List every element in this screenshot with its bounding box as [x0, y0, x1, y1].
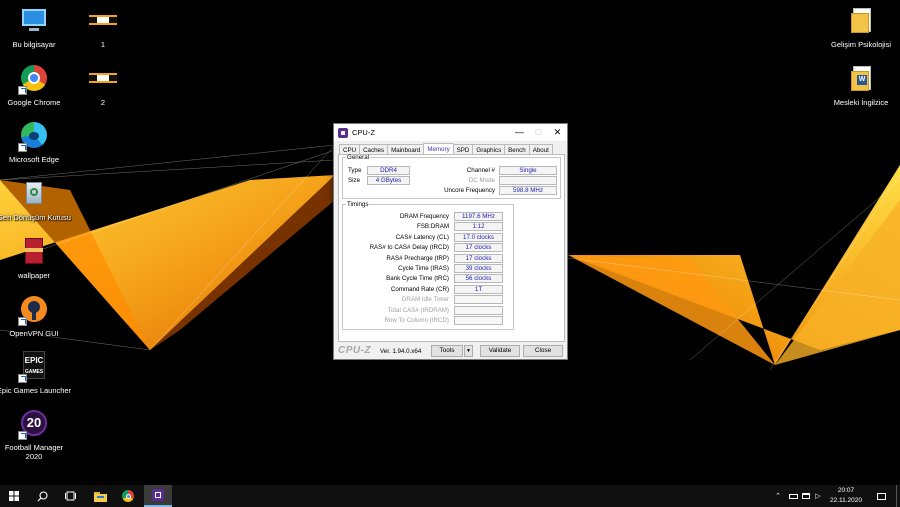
timing-label: CAS# Latency (CL)	[395, 233, 449, 241]
timing-value: 17 clocks	[454, 253, 503, 263]
volume-icon[interactable]: ▷	[812, 485, 824, 507]
desktop-icon-mesleki-ingilzice[interactable]: W Mesleki İngilzice	[821, 63, 900, 107]
timing-label: FSB:DRAM	[417, 223, 449, 231]
word-document-icon: W	[845, 63, 877, 95]
channel-label: Channel #	[466, 167, 495, 174]
timing-value: 1:12	[454, 222, 503, 232]
uncore-frequency-label: Uncore Frequency	[444, 187, 495, 194]
close-window-button[interactable]: ✕	[548, 124, 567, 141]
desktop-icon-recycle-bin[interactable]: Geri Dönüşüm Kutusu	[0, 178, 74, 222]
cpuz-window[interactable]: CPU-Z — □ ✕ CPU Caches Mainboard Memory …	[333, 123, 568, 360]
close-button[interactable]: Close	[523, 345, 563, 357]
image-file-icon	[87, 63, 119, 95]
timing-label: Bank Cycle Time (tRC)	[386, 275, 449, 283]
timing-value: 56 clocks	[454, 274, 503, 284]
chrome-icon	[18, 63, 50, 95]
channel-value: Single	[499, 166, 557, 175]
timing-value: 39 clocks	[454, 264, 503, 273]
timing-value	[454, 295, 503, 305]
edge-icon	[18, 120, 50, 152]
battery-icon[interactable]	[786, 485, 800, 507]
validate-button[interactable]: Validate	[480, 345, 520, 357]
tools-dropdown-arrow[interactable]: ▼	[464, 345, 473, 357]
notification-icon	[876, 492, 886, 500]
desktop-icon-epic-games-launcher[interactable]: EPIC GAMES Epic Games Launcher	[0, 351, 74, 395]
size-label: Size	[348, 177, 361, 184]
desktop-icon-wallpaper-archive[interactable]: wallpaper	[0, 236, 74, 280]
taskbar-file-explorer[interactable]	[86, 485, 114, 507]
timing-label: RAS# Precharge (tRP)	[386, 254, 449, 262]
cpuz-titlebar[interactable]: CPU-Z — □ ✕	[334, 124, 567, 141]
size-value: 4 GBytes	[367, 176, 410, 185]
taskbar-cpuz[interactable]	[144, 485, 172, 507]
timing-label: RAS# to CAS# Delay (tRCD)	[369, 244, 449, 252]
uncore-frequency-value: 598.8 MHz	[499, 186, 557, 195]
clock-time: 20:07	[837, 487, 855, 494]
search-button[interactable]	[28, 485, 56, 507]
task-view-button[interactable]	[56, 485, 84, 507]
desktop-icon-microsoft-edge[interactable]: Microsoft Edge	[0, 120, 74, 164]
cpuz-icon	[152, 489, 164, 501]
chrome-icon	[122, 490, 134, 502]
timing-value	[454, 305, 503, 315]
winrar-icon	[18, 236, 50, 268]
cpuz-app-icon	[338, 127, 348, 138]
start-button[interactable]	[0, 485, 28, 507]
desktop-icon-image-1[interactable]: 1	[63, 5, 143, 49]
epic-games-icon: EPIC GAMES	[18, 351, 50, 383]
show-hidden-icons-button[interactable]: ⌃	[772, 485, 784, 507]
openvpn-icon	[18, 294, 50, 326]
desktop-icon-gelisim-psikolojisi[interactable]: Gelişim Psikolojisi	[821, 5, 900, 49]
cpuz-brand-logo: CPU-Z	[338, 345, 372, 356]
desktop-icon-openvpn-gui[interactable]: OpenVPN GUI	[0, 294, 74, 338]
taskbar: ⌃ ▷ 20:07 22.11.2020	[0, 485, 900, 507]
desktop-icon-football-manager-2020[interactable]: 20 Football Manager 2020	[0, 408, 74, 461]
tools-button[interactable]: Tools	[431, 345, 463, 357]
timing-value: 1T	[454, 284, 503, 294]
cpuz-footer: CPU-Z Ver. 1.94.0.x64 Tools ▼ Validate C…	[334, 343, 567, 359]
computer-icon	[18, 5, 50, 37]
start-icon	[9, 491, 19, 501]
timing-value: 17 clocks	[454, 243, 503, 253]
maximize-button: □	[535, 127, 542, 137]
file-explorer-icon	[93, 491, 107, 502]
image-file-icon	[87, 5, 119, 37]
memory-panel: General Type DDR4 Size 4 GBytes Channel …	[338, 154, 565, 342]
type-label: Type	[348, 167, 362, 174]
desktop-icon-image-2[interactable]: 2	[63, 63, 143, 107]
timing-value: 1197.6 MHz	[454, 212, 503, 221]
clock[interactable]: 20:07 22.11.2020	[826, 486, 866, 506]
timing-label: Cycle Time (tRAS)	[398, 265, 449, 272]
network-icon[interactable]	[800, 485, 812, 507]
recycle-bin-icon	[18, 178, 50, 210]
dc-mode-label: DC Mode	[468, 177, 495, 184]
show-desktop-button[interactable]	[896, 485, 900, 507]
clock-date: 22.11.2020	[829, 497, 863, 504]
folder-icon	[845, 5, 877, 37]
timing-label: Command Rate (CR)	[390, 285, 449, 293]
timing-label: DRAM Idle Timer	[401, 296, 449, 304]
timing-value	[454, 316, 503, 325]
window-title: CPU-Z	[352, 128, 375, 137]
timing-label: Total CAS# (tRDRAM)	[387, 306, 449, 314]
timing-value: 17.0 clocks	[454, 232, 503, 242]
minimize-button[interactable]: —	[510, 124, 529, 141]
search-icon	[37, 490, 48, 501]
taskbar-chrome[interactable]	[114, 485, 142, 507]
type-value: DDR4	[367, 166, 410, 175]
task-view-icon	[64, 491, 76, 501]
action-center-button[interactable]	[872, 485, 890, 507]
version-label: Ver. 1.94.0.x64	[380, 348, 422, 355]
timing-label: DRAM Frequency	[399, 213, 449, 220]
football-manager-icon: 20	[18, 408, 50, 440]
dc-mode-value	[499, 176, 557, 185]
timing-label: Row To Column (tRCD)	[384, 317, 449, 324]
